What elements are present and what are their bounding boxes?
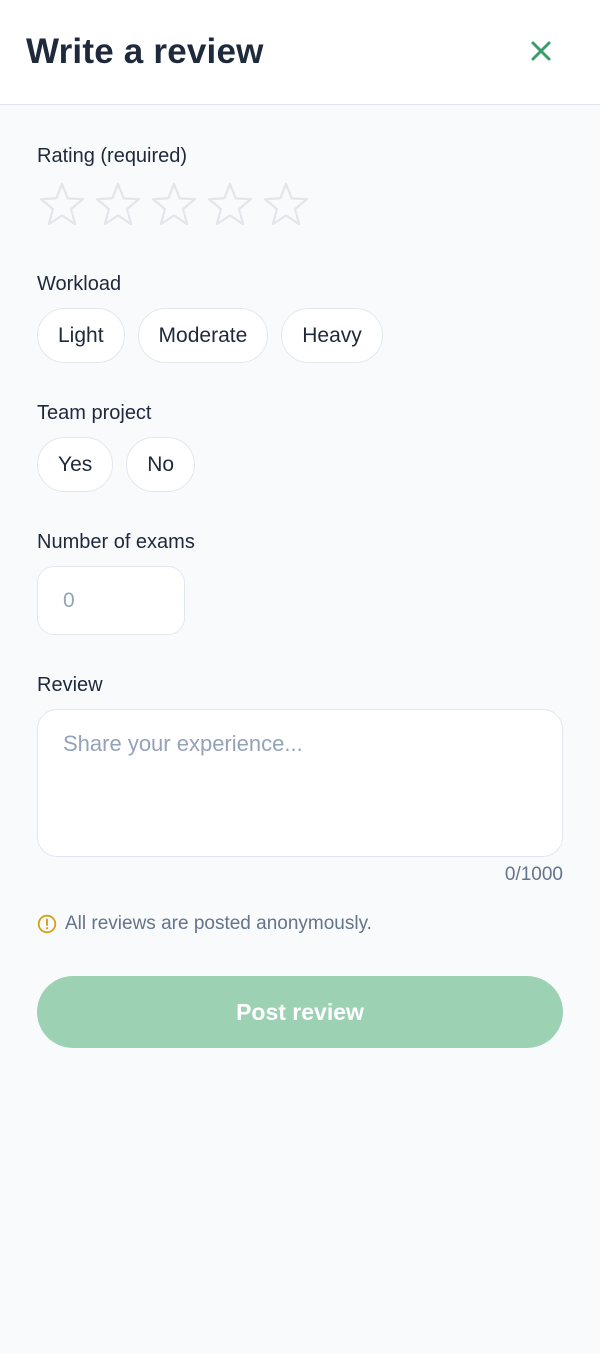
anonymous-notice: All reviews are posted anonymously. (37, 912, 372, 936)
header: Write a review (0, 0, 600, 105)
star-outline-icon (95, 182, 141, 226)
workload-label: Workload (37, 273, 122, 295)
exams-input[interactable] (37, 566, 185, 635)
page-title: Write a review (26, 32, 264, 71)
star-outline-icon (207, 182, 253, 226)
workload-moderate-option[interactable]: Moderate (137, 308, 269, 363)
star-1-button[interactable] (37, 180, 87, 230)
exams-label: Number of exams (37, 531, 195, 553)
char-count: 0/1000 (504, 864, 563, 885)
review-textarea[interactable] (37, 709, 563, 857)
close-button[interactable] (521, 31, 561, 71)
star-rating (37, 180, 311, 230)
star-3-button[interactable] (149, 180, 199, 230)
info-circle-icon (37, 914, 57, 934)
team-project-label: Team project (37, 402, 152, 424)
star-outline-icon (39, 182, 85, 226)
workload-heavy-option[interactable]: Heavy (281, 308, 383, 363)
close-icon (531, 41, 551, 61)
team-project-no-option[interactable]: No (126, 437, 196, 492)
notice-text: All reviews are posted anonymously. (65, 913, 372, 934)
star-4-button[interactable] (205, 180, 255, 230)
workload-light-option[interactable]: Light (37, 308, 125, 363)
team-project-options: Yes No (37, 437, 196, 492)
post-review-button[interactable]: Post review (37, 976, 563, 1048)
star-outline-icon (151, 182, 197, 226)
star-outline-icon (263, 182, 309, 226)
team-project-yes-option[interactable]: Yes (37, 437, 114, 492)
star-2-button[interactable] (93, 180, 143, 230)
rating-label: Rating (required) (37, 145, 188, 167)
workload-options: Light Moderate Heavy (37, 308, 383, 363)
star-5-button[interactable] (261, 180, 311, 230)
review-label: Review (37, 674, 103, 696)
